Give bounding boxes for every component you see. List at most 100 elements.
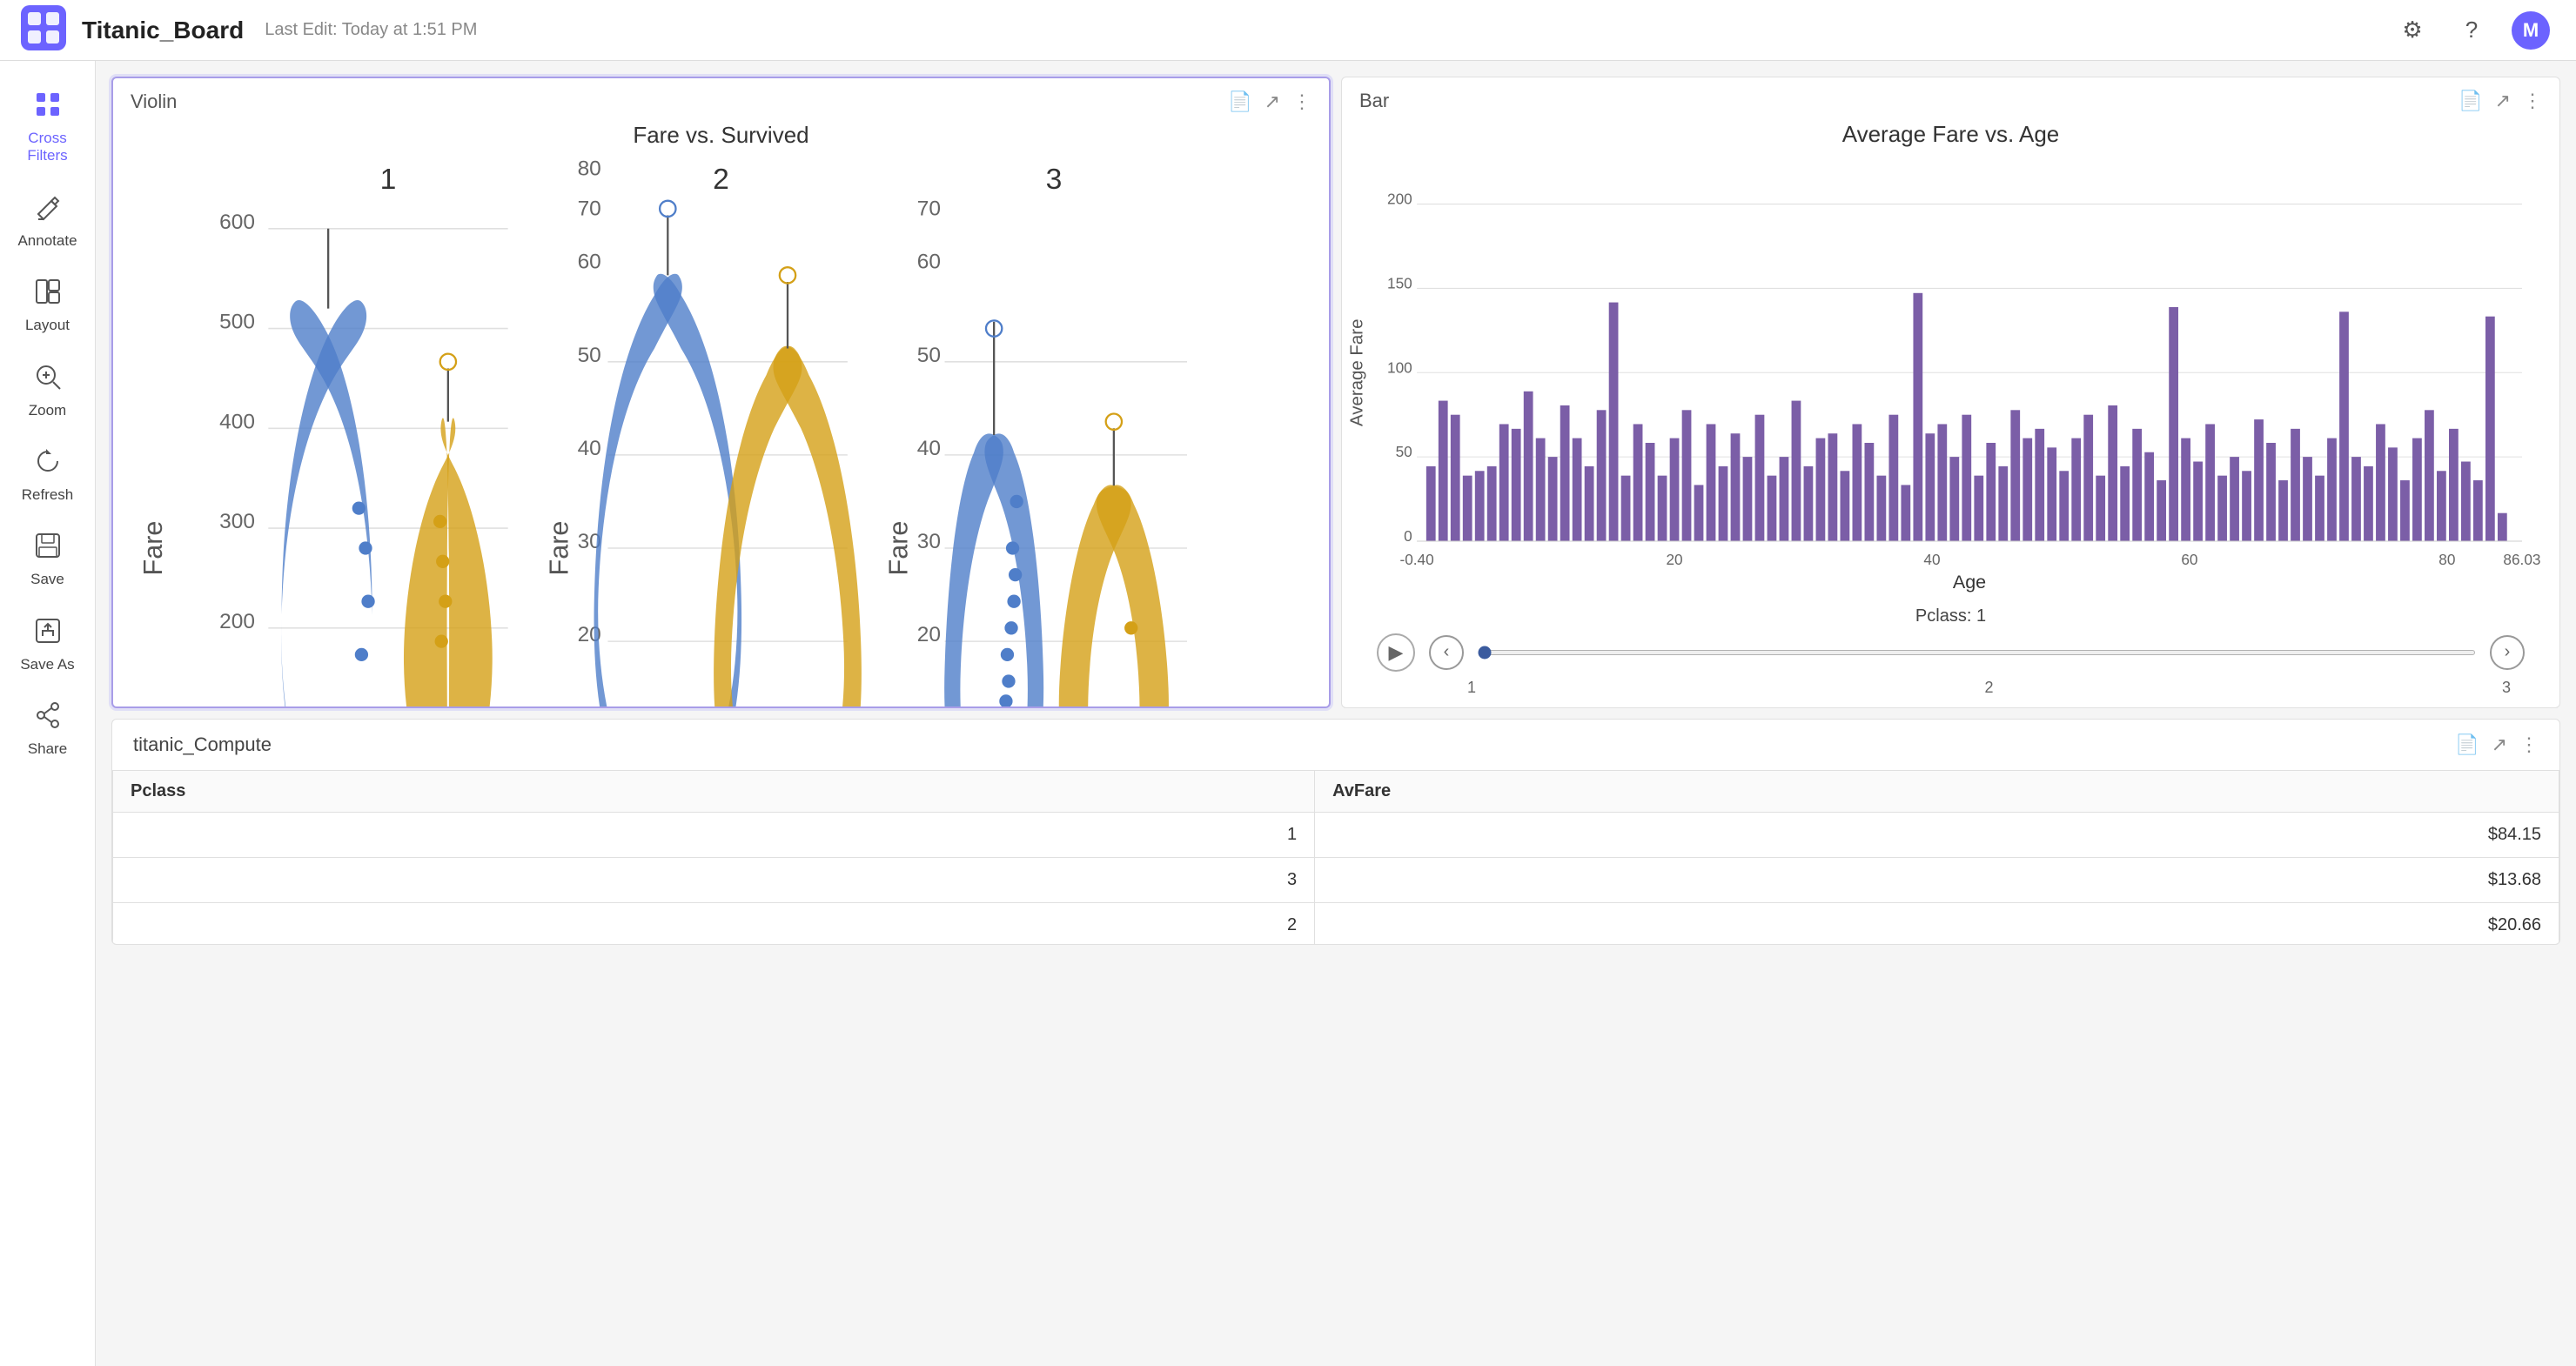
bar-chart-title: Average Fare vs. Age: [1342, 121, 2559, 148]
table-panel-title: titanic_Compute: [133, 733, 272, 756]
svg-text:70: 70: [917, 198, 941, 221]
slider-tick-3: 3: [2502, 679, 2511, 697]
svg-text:Fare: Fare: [545, 521, 574, 576]
table-row: 3 $13.68: [113, 858, 2559, 903]
violin-panel-actions: 📄 ↗ ⋮: [1228, 90, 1311, 113]
refresh-label: Refresh: [22, 486, 74, 504]
svg-text:60: 60: [578, 251, 601, 274]
pclass-slider-input[interactable]: [1478, 650, 2476, 655]
sidebar-item-layout[interactable]: Layout: [0, 264, 95, 348]
table-row: 1 $84.15: [113, 813, 2559, 858]
app-logo: [21, 5, 66, 55]
bar-download-icon[interactable]: 📄: [2459, 90, 2482, 112]
user-avatar[interactable]: M: [2512, 11, 2550, 50]
svg-text:50: 50: [917, 344, 941, 367]
col-header-pclass: Pclass: [113, 771, 1315, 813]
cell-pclass-3: 2: [113, 903, 1315, 946]
pclass-slider-area: Pclass: 1 ▶ ‹ › 1 2 3: [1342, 598, 2559, 708]
table-menu-icon[interactable]: ⋮: [2519, 733, 2539, 756]
col-header-avfare: AvFare: [1315, 771, 2559, 813]
svg-text:500: 500: [219, 311, 255, 334]
last-edit-label: Last Edit: Today at 1:51 PM: [265, 20, 477, 40]
slider-prev-button[interactable]: ‹: [1429, 635, 1464, 670]
cell-avfare-2: $13.68: [1315, 858, 2559, 903]
slider-tick-1: 1: [1467, 679, 1476, 697]
svg-text:Age: Age: [1953, 572, 1986, 593]
svg-text:70: 70: [578, 198, 601, 221]
svg-text:600: 600: [219, 211, 255, 234]
save-as-icon: [34, 617, 62, 651]
cell-pclass-2: 3: [113, 858, 1315, 903]
svg-text:20: 20: [917, 623, 941, 646]
svg-text:86.03: 86.03: [2503, 551, 2540, 568]
svg-text:20: 20: [1666, 551, 1682, 568]
cell-avfare-1: $84.15: [1315, 813, 2559, 858]
svg-text:40: 40: [578, 437, 601, 460]
sidebar-item-save-as[interactable]: Save As: [0, 603, 95, 687]
svg-text:30: 30: [917, 530, 941, 553]
violin-panel-title: Violin: [131, 90, 177, 113]
table-download-icon[interactable]: 📄: [2455, 733, 2479, 756]
header-actions: ⚙ ? M: [2393, 11, 2550, 50]
page-title: Titanic_Board: [82, 17, 244, 44]
refresh-icon: [34, 447, 62, 481]
content-area: Violin 📄 ↗ ⋮ Fare vs. Survived Fare 1 0: [96, 61, 2576, 1366]
bar-panel-actions: 📄 ↗ ⋮: [2459, 90, 2542, 112]
violin-chart-svg: Fare 1 0 100 200 300 400 500 600: [122, 149, 1320, 708]
pclass-slider-label: Pclass: 1: [1915, 606, 1986, 626]
svg-text:80: 80: [2438, 551, 2455, 568]
sidebar-item-save[interactable]: Save: [0, 518, 95, 602]
svg-text:0: 0: [1404, 527, 1412, 545]
data-table: Pclass AvFare 1 $84.15 3 $13.68 2: [112, 770, 2559, 945]
svg-text:2: 2: [713, 164, 729, 196]
bar-expand-icon[interactable]: ↗: [2495, 90, 2511, 112]
svg-text:-0.40: -0.40: [1399, 551, 1433, 568]
bar-menu-icon[interactable]: ⋮: [2523, 90, 2542, 112]
annotate-icon: [34, 193, 62, 227]
svg-text:40: 40: [1923, 551, 1940, 568]
save-icon: [34, 532, 62, 566]
table-panel-header: titanic_Compute 📄 ↗ ⋮: [112, 720, 2559, 770]
violin-download-icon[interactable]: 📄: [1228, 90, 1251, 113]
violin-expand-icon[interactable]: ↗: [1265, 90, 1280, 113]
sidebar-item-annotate[interactable]: Annotate: [0, 179, 95, 264]
sidebar-item-cross-filters[interactable]: CrossFilters: [0, 77, 95, 179]
cell-pclass-1: 1: [113, 813, 1315, 858]
share-label: Share: [28, 740, 67, 758]
share-icon: [34, 701, 62, 735]
sidebar-item-zoom[interactable]: Zoom: [0, 349, 95, 433]
table-expand-icon[interactable]: ↗: [2492, 733, 2507, 756]
slider-next-button[interactable]: ›: [2490, 635, 2525, 670]
cell-avfare-3: $20.66: [1315, 903, 2559, 946]
save-label: Save: [30, 571, 64, 588]
help-icon[interactable]: ?: [2452, 11, 2491, 50]
violin-menu-icon[interactable]: ⋮: [1292, 90, 1311, 113]
layout-label: Layout: [25, 317, 70, 334]
cross-filters-label: CrossFilters: [27, 130, 67, 165]
bar-panel-header: Bar 📄 ↗ ⋮: [1342, 77, 2559, 112]
svg-text:200: 200: [219, 610, 255, 633]
svg-text:100: 100: [1387, 358, 1412, 376]
sidebar: CrossFilters Annotate Layout: [0, 61, 96, 1366]
violin-panel-header: Violin 📄 ↗ ⋮: [113, 78, 1329, 113]
violin-panel: Violin 📄 ↗ ⋮ Fare vs. Survived Fare 1 0: [111, 77, 1331, 708]
slider-tick-2: 2: [1984, 679, 1993, 697]
settings-icon[interactable]: ⚙: [2393, 11, 2432, 50]
svg-text:Average Fare: Average Fare: [1347, 319, 1367, 426]
svg-text:300: 300: [219, 510, 255, 533]
svg-text:80: 80: [578, 157, 601, 181]
zoom-icon: [34, 363, 62, 397]
header: Titanic_Board Last Edit: Today at 1:51 P…: [0, 0, 2576, 61]
svg-text:60: 60: [917, 251, 941, 274]
table-panel: titanic_Compute 📄 ↗ ⋮ Pclass AvFare 1: [111, 719, 2560, 945]
svg-text:150: 150: [1387, 274, 1412, 291]
sidebar-item-share[interactable]: Share: [0, 687, 95, 772]
violin-chart-title: Fare vs. Survived: [113, 122, 1329, 149]
zoom-label: Zoom: [29, 402, 66, 419]
svg-text:3: 3: [1046, 164, 1063, 196]
bar-panel-title: Bar: [1359, 90, 1389, 112]
slider-ticks: 1 2 3: [1467, 679, 2511, 697]
sidebar-item-refresh[interactable]: Refresh: [0, 433, 95, 518]
slider-play-button[interactable]: ▶: [1377, 633, 1415, 672]
save-as-label: Save As: [20, 656, 74, 673]
